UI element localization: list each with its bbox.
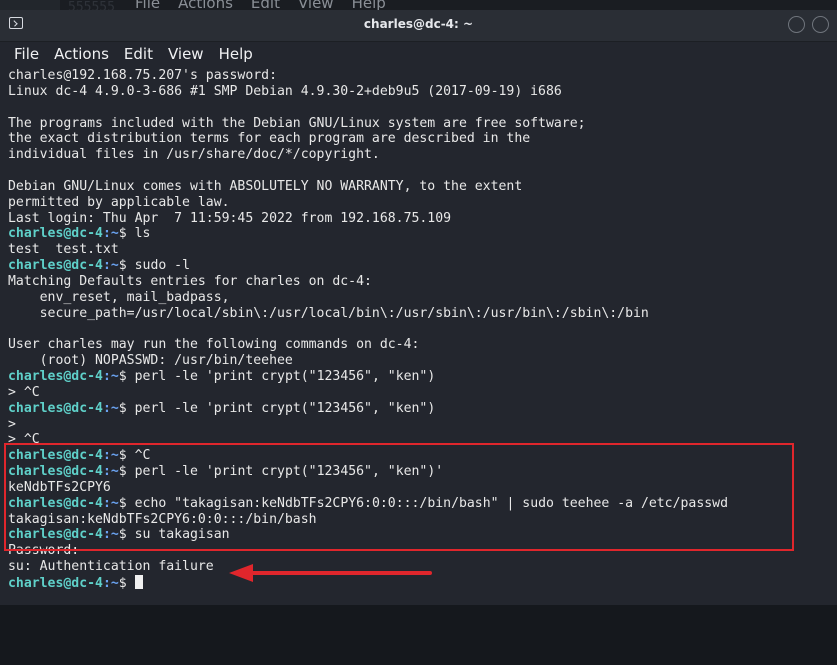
background-line	[68, 618, 264, 634]
prompt-symbol: $	[118, 400, 127, 416]
output-line: charles@192.168.75.207's password:	[8, 68, 277, 83]
output-line: Last login: Thu Apr 7 11:59:45 2022 from…	[8, 210, 452, 226]
prompt-path: ~	[110, 400, 119, 416]
output-line: (root) NOPASSWD: /usr/bin/teehee	[8, 353, 293, 369]
command-text: perl -le 'print crypt("123456", "ken")	[134, 400, 436, 416]
prompt-separator: :	[102, 226, 111, 242]
prompt-path: ~	[110, 576, 119, 591]
output-line: the exact distribution terms for each pr…	[8, 131, 531, 147]
prompt-separator: :	[102, 400, 111, 416]
prompt-user: charles@dc-4	[8, 400, 103, 416]
highlight-box	[4, 443, 794, 551]
output-line: test test.txt	[8, 242, 119, 258]
output-line: Matching Defaults entries for charles on…	[8, 273, 372, 289]
prompt-separator: :	[102, 369, 111, 385]
output-line: > ^C	[8, 384, 40, 400]
output-line: Debian GNU/Linux comes with ABSOLUTELY N…	[8, 178, 523, 194]
output-line: Linux dc-4 4.9.0-3-686 #1 SMP Debian 4.9…	[8, 83, 562, 99]
prompt-separator: :	[102, 576, 111, 591]
output-line: env_reset, mail_badpass,	[8, 289, 230, 305]
prompt-path: ~	[110, 226, 119, 242]
prompt-symbol: $	[118, 258, 127, 274]
prompt-line: charles@dc-4:~$ perl -le 'print crypt("1…	[8, 401, 834, 417]
prompt-line: charles@dc-4:~$ sudo -l	[8, 258, 834, 274]
command-text: sudo -l	[134, 258, 191, 274]
close-button[interactable]	[812, 16, 829, 33]
prompt-separator: :	[102, 258, 111, 274]
prompt-user: charles@dc-4	[8, 258, 103, 274]
background-line	[68, 650, 264, 665]
prompt-line: charles@dc-4:~$ perl -le 'print crypt("1…	[8, 369, 834, 385]
menu-bar: File Actions Edit View Help	[0, 42, 837, 66]
prompt-user: charles@dc-4	[8, 369, 103, 385]
minimize-button[interactable]	[788, 16, 805, 33]
title-bar[interactable]: charles@dc-4: ~	[0, 10, 837, 42]
annotation-arrow	[229, 564, 432, 582]
output-line: The programs included with the Debian GN…	[8, 115, 586, 131]
output-line: User charles may run the following comma…	[8, 337, 420, 353]
text-cursor	[134, 575, 143, 589]
background-tab	[0, 0, 60, 10]
prompt-symbol: $	[118, 226, 127, 242]
prompt-path: ~	[110, 258, 119, 274]
output-line: permitted by applicable law.	[8, 194, 230, 210]
prompt-user: charles@dc-4	[8, 576, 103, 591]
output-line: >	[8, 416, 16, 432]
menu-help[interactable]: Help	[219, 45, 253, 63]
prompt-line: charles@dc-4:~$ ls	[8, 226, 834, 242]
prompt-symbol: $	[118, 576, 127, 591]
prompt-user: charles@dc-4	[8, 226, 103, 242]
prompt-path: ~	[110, 369, 119, 385]
command-text: perl -le 'print crypt("123456", "ken")	[134, 369, 436, 385]
background-line	[68, 634, 264, 650]
menu-file[interactable]: File	[14, 45, 39, 63]
command-text: ls	[134, 226, 151, 242]
prompt-symbol: $	[118, 369, 127, 385]
output-line: secure_path=/usr/local/sbin\:/usr/local/…	[8, 305, 649, 321]
menu-actions[interactable]: Actions	[54, 45, 109, 63]
window-title: charles@dc-4: ~	[363, 17, 474, 31]
output-line: individual files in /usr/share/doc/*/cop…	[8, 147, 380, 163]
menu-edit[interactable]: Edit	[124, 45, 153, 63]
menu-view[interactable]: View	[168, 45, 204, 63]
